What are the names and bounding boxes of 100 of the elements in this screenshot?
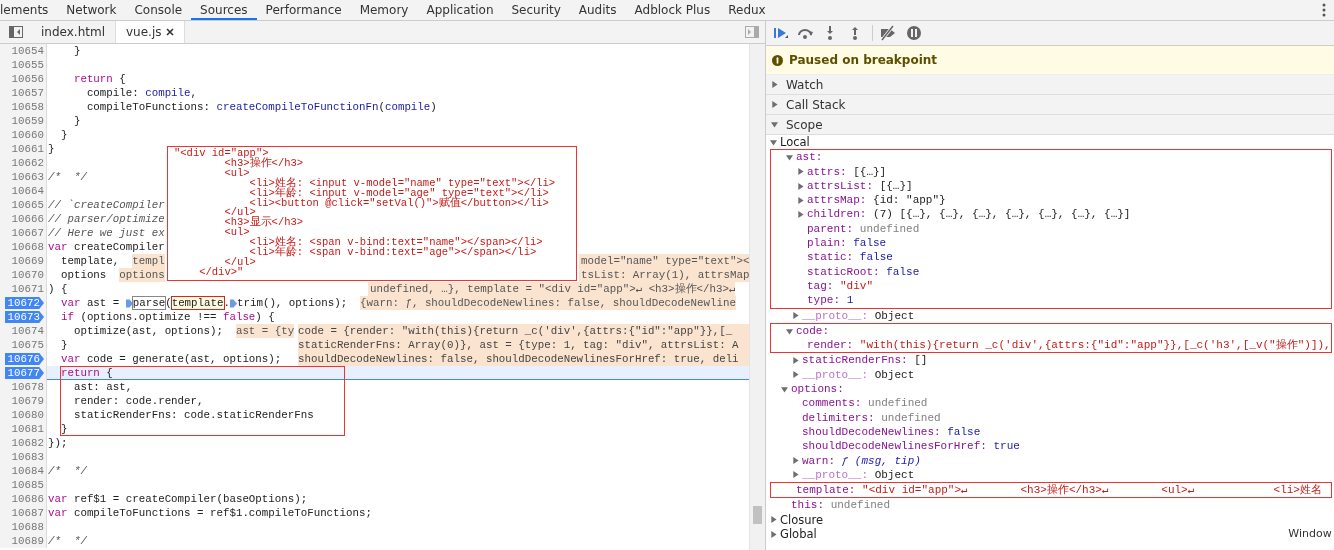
- devtools-tab[interactable]: Console: [125, 0, 192, 20]
- resume-icon[interactable]: [772, 25, 788, 41]
- file-tab[interactable]: vue.js: [116, 21, 186, 43]
- pause-on-exceptions-icon[interactable]: [906, 25, 922, 41]
- code-line: ast: ast,: [72, 380, 133, 394]
- expand-arrow-icon[interactable]: [792, 357, 799, 365]
- expand-arrow-icon[interactable]: [771, 101, 778, 108]
- inline-value: options: [119, 268, 165, 282]
- property-value: ƒ (msg, tip): [841, 453, 921, 468]
- line-number[interactable]: 10676: [4, 353, 44, 365]
- expand-arrow-icon[interactable]: [792, 457, 799, 465]
- expand-arrow-icon[interactable]: [786, 327, 793, 335]
- property-key: shouldDecodeNewlinesForHref:: [802, 439, 987, 454]
- property-value: []: [914, 353, 928, 368]
- section-header[interactable]: Call Stack: [786, 97, 846, 112]
- property-value: undefined: [859, 221, 920, 237]
- property-value: false: [859, 250, 893, 265]
- property-key: options:: [791, 382, 844, 397]
- property-value: undefined: [830, 498, 891, 513]
- devtools-tab[interactable]: Redux: [719, 0, 775, 20]
- property-value: Window: [1288, 527, 1332, 542]
- paused-message: Paused on breakpoint: [789, 53, 938, 67]
- expand-arrow-icon[interactable]: [797, 211, 804, 219]
- expand-arrow-icon[interactable]: [770, 516, 777, 524]
- code-line: var createCompiler: [47, 240, 165, 254]
- property-value: (7) [{…}, {…}, {…}, {…}, {…}, {…}, {…}]: [873, 207, 1131, 222]
- property-key: static:: [807, 250, 854, 265]
- inline-value: templ: [132, 254, 165, 268]
- expand-arrow-icon[interactable]: [792, 312, 799, 320]
- file-tab[interactable]: index.html: [31, 21, 116, 43]
- property-key: delimiters:: [802, 410, 875, 425]
- code-line: if (options.optimize !== false) {: [59, 310, 275, 324]
- property-key: staticRenderFns:: [802, 353, 908, 368]
- code-line: /* */: [47, 170, 87, 184]
- code-line: return {: [72, 72, 126, 86]
- expand-arrow-icon[interactable]: [786, 153, 793, 161]
- devtools-tab[interactable]: Memory: [350, 0, 418, 20]
- devtools-tab[interactable]: Audits: [569, 0, 626, 20]
- expand-arrow-icon[interactable]: [797, 196, 804, 204]
- property-key: plain:: [807, 236, 847, 251]
- property-value: [{…}]: [853, 164, 887, 179]
- deactivate-breakpoints-icon[interactable]: [872, 25, 897, 41]
- section-header[interactable]: Watch: [786, 77, 824, 92]
- property-key: shouldDecodeNewlines:: [802, 424, 941, 440]
- debugger-toggle-icon[interactable]: [745, 26, 759, 38]
- scrollbar[interactable]: [749, 44, 765, 550]
- property-key: ast:: [796, 150, 823, 165]
- expand-arrow-icon[interactable]: [797, 168, 804, 176]
- more-menu-icon[interactable]: [1322, 3, 1326, 17]
- section-header[interactable]: Scope: [786, 117, 823, 132]
- step-marker-icon[interactable]: [125, 298, 133, 308]
- devtools-tab[interactable]: Performance: [256, 0, 351, 20]
- property-value: [{…}]: [879, 178, 913, 194]
- code-line: /* */: [47, 534, 87, 548]
- property-key: type:: [807, 293, 840, 308]
- devtools-tab[interactable]: Application: [417, 0, 503, 20]
- property-key: tag:: [807, 278, 834, 294]
- devtools-tab[interactable]: Security: [502, 0, 570, 20]
- property-value: undefined: [881, 410, 941, 425]
- value-tooltip: code = {render: "with(this){return _c('div',{attrs:{"id":"app"}},[_ staticRenderFns: Array(0)}, ast = {type: 1, tag: "div", attrsList: A shouldDecodeNewlines: false, shouldDecodeNewlinesForHref: true, deli: [298, 324, 750, 366]
- property-key: this:: [791, 498, 824, 513]
- property-value: true: [993, 439, 1020, 454]
- expand-arrow-icon[interactable]: [792, 371, 799, 379]
- info-icon: [772, 54, 783, 66]
- code-line: // parser/optimize: [47, 212, 165, 226]
- line-number[interactable]: 10673: [4, 311, 44, 323]
- expand-arrow-icon[interactable]: [771, 81, 778, 88]
- code-line: /* */: [47, 464, 87, 478]
- value-popover: "<div id="app"> <h3>操作</h3> <ul> <li>姓名: <input v-model="name" type="text"></li> <li>年龄: <input v-model="age" type="text"></li> <li><button @click="setVal()">赋值</button></li> </ul> <h3>显示</h3> <ul> <li>姓名: <span v-bind:text="name"></span></li> <li>年龄: <span v-bind:text="age"></span></li> </ul> </div>": [167, 146, 577, 281]
- navigator-toggle-icon[interactable]: [9, 26, 23, 38]
- devtools-tab[interactable]: Adblock Plus: [625, 0, 720, 20]
- property-key: warn:: [802, 453, 835, 468]
- code-line: }: [72, 114, 81, 128]
- code-line: // Here we just ex: [47, 226, 165, 240]
- property-value: undefined: [868, 396, 928, 411]
- expand-arrow-icon[interactable]: [797, 182, 804, 190]
- devtools-tab[interactable]: lements: [0, 0, 58, 20]
- code-line: }: [59, 128, 68, 142]
- expand-arrow-icon[interactable]: [771, 121, 778, 128]
- code-line: }: [47, 142, 55, 156]
- property-key: render:: [807, 338, 854, 353]
- code-line: var ref$1 = createCompiler(baseOptions);: [47, 492, 308, 506]
- code-line: render: code.render,: [72, 394, 204, 408]
- code-line: ) {: [47, 282, 68, 296]
- expand-arrow-icon[interactable]: [781, 385, 788, 393]
- code-line: compileToFunctions: createCompileToFunctionFn(compile): [85, 100, 437, 114]
- property-value: "div": [840, 278, 874, 294]
- expand-arrow-icon[interactable]: [792, 471, 799, 479]
- property-key: children:: [807, 207, 867, 222]
- devtools-tab[interactable]: Network: [57, 0, 126, 20]
- code-line: return {: [59, 366, 113, 380]
- expand-arrow-icon[interactable]: [770, 138, 777, 146]
- line-number[interactable]: 10677: [4, 367, 44, 379]
- code-line: var code = generate(ast, options);: [59, 352, 282, 366]
- close-icon[interactable]: [166, 28, 175, 36]
- line-number[interactable]: 10672: [4, 297, 44, 309]
- code-line: options: [59, 268, 108, 282]
- step-marker-icon[interactable]: [230, 298, 237, 308]
- expand-arrow-icon[interactable]: [770, 530, 777, 538]
- property-key: Local: [780, 135, 810, 150]
